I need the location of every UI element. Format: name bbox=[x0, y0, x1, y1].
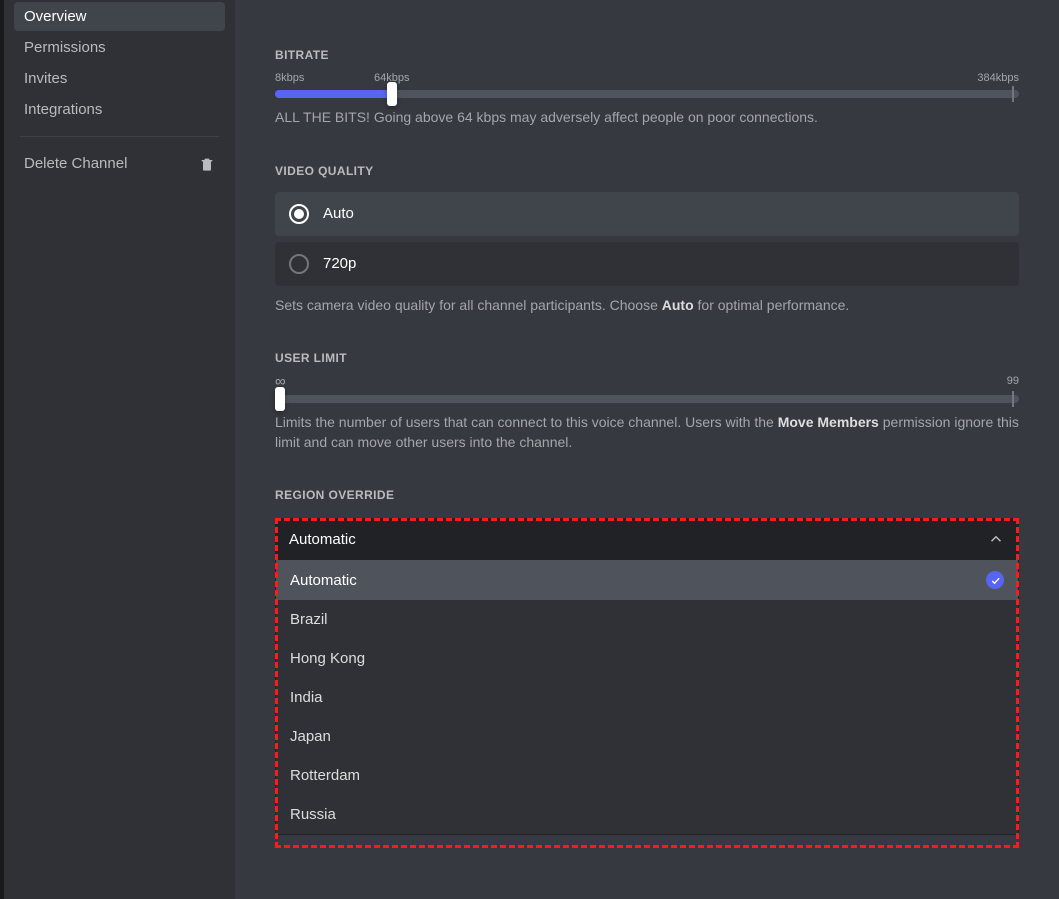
video-quality-section: VIDEO QUALITY Auto 720p Sets camera vide… bbox=[275, 164, 1019, 316]
region-option-brazil[interactable]: Brazil bbox=[276, 600, 1018, 639]
region-option-russia[interactable]: Russia bbox=[276, 795, 1018, 834]
user-limit-section: USER LIMIT ∞ 99 Limits the number of use… bbox=[275, 351, 1019, 452]
region-selected-label: Automatic bbox=[289, 531, 356, 548]
sidebar-item-integrations[interactable]: Integrations bbox=[14, 95, 225, 124]
region-override-heading: REGION OVERRIDE bbox=[275, 488, 1019, 502]
bitrate-fill bbox=[275, 90, 392, 98]
delete-channel-label: Delete Channel bbox=[24, 155, 127, 172]
region-option-label: Hong Kong bbox=[290, 650, 365, 667]
bitrate-slider[interactable]: 8kbps 64kbps 384kbps bbox=[275, 90, 1019, 98]
user-limit-max-label: 99 bbox=[1007, 375, 1019, 387]
region-option-hong-kong[interactable]: Hong Kong bbox=[276, 639, 1018, 678]
region-override-section: REGION OVERRIDE Automatic Automatic Braz… bbox=[275, 488, 1019, 835]
video-quality-option-auto[interactable]: Auto bbox=[275, 192, 1019, 236]
user-limit-description: Limits the number of users that can conn… bbox=[275, 413, 1019, 452]
region-option-label: Russia bbox=[290, 806, 336, 823]
user-limit-thumb[interactable] bbox=[275, 387, 285, 411]
sidebar-separator bbox=[20, 136, 219, 137]
region-option-automatic[interactable]: Automatic bbox=[276, 560, 1018, 600]
region-option-japan[interactable]: Japan bbox=[276, 717, 1018, 756]
bitrate-max-label: 384kbps bbox=[977, 72, 1019, 84]
region-option-label: Automatic bbox=[290, 572, 357, 589]
region-option-label: India bbox=[290, 689, 323, 706]
bitrate-heading: BITRATE bbox=[275, 48, 1019, 62]
video-quality-heading: VIDEO QUALITY bbox=[275, 164, 1019, 178]
region-select[interactable]: Automatic bbox=[275, 518, 1019, 560]
sidebar-item-overview[interactable]: Overview bbox=[14, 2, 225, 31]
region-option-label: Rotterdam bbox=[290, 767, 360, 784]
bitrate-thumb[interactable] bbox=[387, 82, 397, 106]
region-option-india[interactable]: India bbox=[276, 678, 1018, 717]
region-option-label: Brazil bbox=[290, 611, 328, 628]
check-icon bbox=[986, 571, 1004, 589]
radio-icon bbox=[289, 204, 309, 224]
bitrate-description: ALL THE BITS! Going above 64 kbps may ad… bbox=[275, 108, 1019, 128]
video-quality-options: Auto 720p bbox=[275, 192, 1019, 286]
region-option-label: Japan bbox=[290, 728, 331, 745]
sidebar-item-permissions[interactable]: Permissions bbox=[14, 33, 225, 62]
user-limit-heading: USER LIMIT bbox=[275, 351, 1019, 365]
settings-sidebar: Overview Permissions Invites Integration… bbox=[4, 0, 235, 899]
bitrate-section: BITRATE 8kbps 64kbps 384kbps ALL THE BIT… bbox=[275, 48, 1019, 128]
user-limit-track bbox=[275, 395, 1019, 403]
chevron-up-icon bbox=[987, 530, 1005, 548]
video-quality-option-720p[interactable]: 720p bbox=[275, 242, 1019, 286]
bitrate-end-tick bbox=[1012, 86, 1014, 102]
trash-icon bbox=[199, 156, 215, 172]
radio-icon bbox=[289, 254, 309, 274]
delete-channel-button[interactable]: Delete Channel bbox=[14, 149, 225, 178]
bitrate-min-label: 8kbps bbox=[275, 72, 304, 84]
bitrate-track bbox=[275, 90, 1019, 98]
sidebar-item-invites[interactable]: Invites bbox=[14, 64, 225, 93]
video-quality-option-label: Auto bbox=[323, 205, 354, 222]
region-option-rotterdam[interactable]: Rotterdam bbox=[276, 756, 1018, 795]
settings-content: BITRATE 8kbps 64kbps 384kbps ALL THE BIT… bbox=[235, 0, 1059, 899]
region-options-list: Automatic Brazil Hong Kong India Japan bbox=[275, 560, 1019, 835]
video-quality-description: Sets camera video quality for all channe… bbox=[275, 296, 1019, 316]
user-limit-slider[interactable]: ∞ 99 bbox=[275, 395, 1019, 403]
user-limit-end-tick bbox=[1012, 391, 1014, 407]
video-quality-option-label: 720p bbox=[323, 255, 356, 272]
